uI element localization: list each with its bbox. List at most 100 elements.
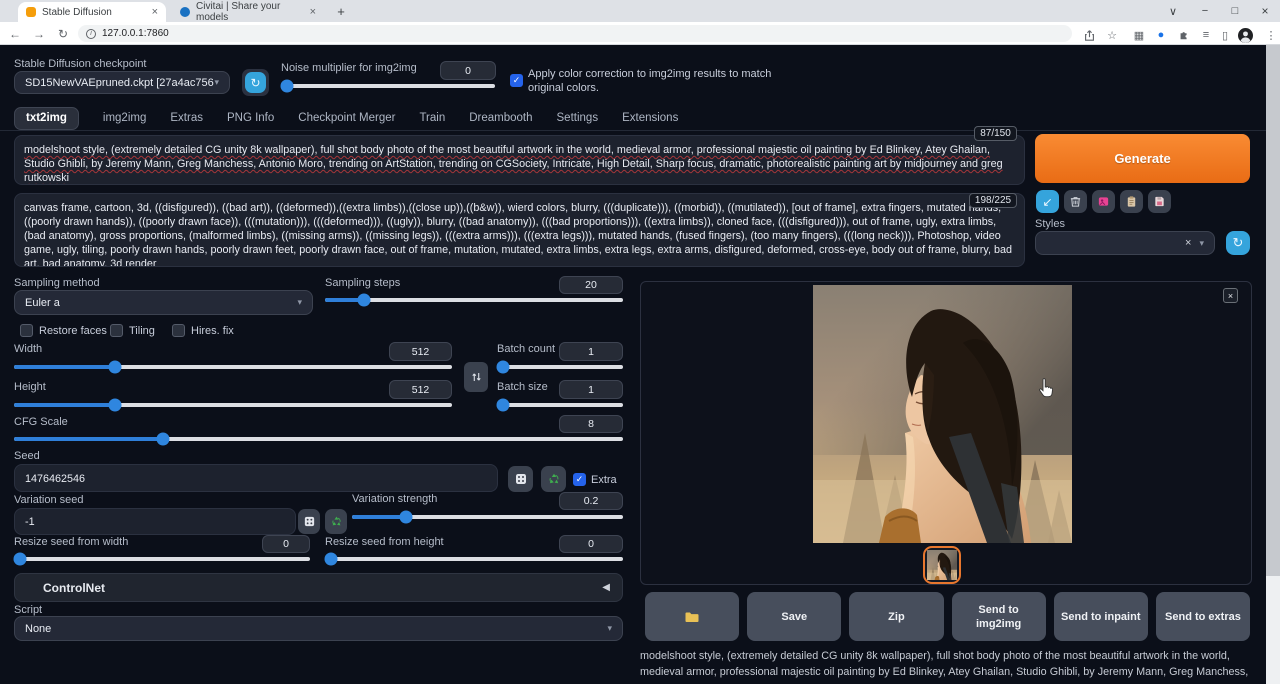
batch-size-slider[interactable] <box>497 403 623 407</box>
send-to-inpaint-button[interactable]: Send to inpaint <box>1054 592 1148 641</box>
batch-size-value[interactable]: 1 <box>559 380 623 399</box>
tab-extras[interactable]: Extras <box>170 112 203 124</box>
resize-seed-height-value[interactable]: 0 <box>559 535 623 553</box>
sampling-steps-slider[interactable] <box>325 298 623 302</box>
width-slider[interactable] <box>14 365 452 369</box>
apply-style-button[interactable] <box>1120 190 1143 213</box>
browser-menu-kebab-icon[interactable]: ⋮ <box>1262 26 1280 44</box>
reading-list-icon[interactable]: ≡ <box>1197 26 1215 44</box>
height-value[interactable]: 512 <box>389 380 452 399</box>
sampling-steps-value[interactable]: 20 <box>559 276 623 294</box>
noise-multiplier-slider[interactable] <box>281 84 495 88</box>
batch-count-slider[interactable] <box>497 365 623 369</box>
extension-grid-icon[interactable]: ▦ <box>1130 26 1148 44</box>
variation-random-seed-button[interactable] <box>298 509 320 534</box>
resize-seed-width-slider[interactable] <box>14 557 310 561</box>
bookmark-star-icon[interactable]: ☆ <box>1103 26 1121 44</box>
negative-prompt-text: canvas frame, cartoon, 3d, ((disfigured)… <box>24 202 1012 267</box>
url-bar[interactable]: i 127.0.0.1:7860 <box>78 25 1072 42</box>
batch-count-value[interactable]: 1 <box>559 342 623 361</box>
clear-prompt-button[interactable] <box>1064 190 1087 213</box>
media-extension-icon[interactable]: ● <box>1152 26 1170 44</box>
window-maximize-button[interactable]: □ <box>1220 0 1250 22</box>
extra-networks-button[interactable] <box>1092 190 1115 213</box>
script-dropdown[interactable]: None ▾ <box>14 616 623 641</box>
window-minimize-button[interactable]: − <box>1190 0 1220 22</box>
checkpoint-dropdown[interactable]: SD15NewVAEpruned.ckpt [27a4ac756c] ▾ <box>14 71 230 94</box>
prompt-textarea[interactable]: modelshoot style, (extremely detailed CG… <box>14 135 1025 185</box>
tab-img2img[interactable]: img2img <box>103 112 146 124</box>
cfg-scale-slider[interactable] <box>14 437 623 441</box>
tab-txt2img[interactable]: txt2img <box>14 107 79 130</box>
tab-png-info[interactable]: PNG Info <box>227 112 274 124</box>
reload-icon[interactable]: ↻ <box>54 25 72 43</box>
styles-refresh-button[interactable]: ↻ <box>1226 231 1250 255</box>
checkpoint-refresh-button[interactable]: ↻ <box>245 72 266 93</box>
sampling-method-dropdown[interactable]: Euler a ▾ <box>14 290 313 315</box>
gallery-close-button[interactable]: × <box>1223 288 1238 303</box>
color-correction-checkbox[interactable]: ✓ <box>510 74 523 87</box>
variation-seed-input[interactable]: -1 <box>14 508 296 535</box>
save-style-button[interactable] <box>1148 190 1171 213</box>
gallery-button-row: Save Zip Send to img2img Send to inpaint… <box>645 592 1250 641</box>
cfg-scale-value[interactable]: 8 <box>559 415 623 433</box>
variation-strength-slider[interactable] <box>352 515 623 519</box>
tab-close-icon[interactable]: × <box>302 6 316 18</box>
side-panel-icon[interactable]: ▯ <box>1216 26 1234 44</box>
height-slider[interactable] <box>14 403 452 407</box>
width-value[interactable]: 512 <box>389 342 452 361</box>
variation-seed-label: Variation seed <box>14 494 84 506</box>
new-tab-button[interactable]: + <box>330 0 352 22</box>
tab-checkpoint-merger[interactable]: Checkpoint Merger <box>298 112 395 124</box>
seed-input[interactable]: 1476462546 <box>14 464 498 492</box>
tab-extensions[interactable]: Extensions <box>622 112 678 124</box>
browser-tab-stable-diffusion[interactable]: Stable Diffusion × <box>18 2 166 22</box>
swap-dimensions-button[interactable] <box>464 362 488 392</box>
negative-prompt-textarea[interactable]: canvas frame, cartoon, 3d, ((disfigured)… <box>14 193 1025 267</box>
window-chevron-icon[interactable]: ∨ <box>1158 0 1188 22</box>
zip-button[interactable]: Zip <box>849 592 943 641</box>
negative-token-counter: 198/225 <box>969 193 1017 208</box>
tab-settings[interactable]: Settings <box>557 112 599 124</box>
extensions-puzzle-icon[interactable] <box>1175 26 1193 44</box>
variation-reuse-seed-button[interactable] <box>325 509 347 534</box>
random-seed-button[interactable] <box>508 466 533 492</box>
send-to-extras-button[interactable]: Send to extras <box>1156 592 1250 641</box>
chevron-down-icon: ▾ <box>1199 238 1204 249</box>
styles-dropdown[interactable]: × ▾ <box>1035 231 1215 255</box>
open-folder-button[interactable] <box>645 592 739 641</box>
civitai-favicon-icon <box>180 7 190 17</box>
paste-params-button[interactable]: ↙ <box>1036 190 1059 213</box>
accordion-collapsed-icon: ◀ <box>602 582 610 593</box>
hires-fix-checkbox[interactable] <box>172 324 185 337</box>
back-icon[interactable]: ← <box>6 25 24 43</box>
hires-fix-label: Hires. fix <box>191 325 234 337</box>
reuse-seed-button[interactable] <box>541 466 566 492</box>
restore-faces-checkbox[interactable] <box>20 324 33 337</box>
resize-seed-height-slider[interactable] <box>325 557 623 561</box>
generated-image[interactable] <box>813 285 1072 543</box>
noise-multiplier-value[interactable]: 0 <box>440 61 496 80</box>
styles-clear-icon[interactable]: × <box>1185 237 1191 249</box>
tab-train[interactable]: Train <box>419 112 445 124</box>
site-info-icon[interactable]: i <box>86 29 96 39</box>
extra-seed-checkbox[interactable]: ✓ <box>573 473 586 486</box>
chevron-down-icon: ▾ <box>607 623 612 634</box>
save-button[interactable]: Save <box>747 592 841 641</box>
tiling-checkbox[interactable] <box>110 324 123 337</box>
resize-seed-width-value[interactable]: 0 <box>262 535 310 553</box>
generate-button[interactable]: Generate <box>1035 134 1250 183</box>
send-to-img2img-button[interactable]: Send to img2img <box>952 592 1046 641</box>
browser-tab-civitai[interactable]: Civitai | Share your models × <box>172 2 324 22</box>
profile-avatar[interactable] <box>1236 26 1254 44</box>
controlnet-accordion[interactable]: ControlNet ◀ <box>14 573 623 602</box>
script-value: None <box>25 623 51 635</box>
gallery-thumbnail[interactable] <box>923 546 961 584</box>
scrollbar-thumb[interactable] <box>1266 45 1280 576</box>
share-icon[interactable] <box>1080 26 1098 44</box>
window-close-button[interactable]: × <box>1250 0 1280 22</box>
variation-strength-value[interactable]: 0.2 <box>559 492 623 510</box>
forward-icon[interactable]: → <box>30 25 48 43</box>
tab-dreambooth[interactable]: Dreambooth <box>469 112 532 124</box>
tab-close-icon[interactable]: × <box>144 6 158 18</box>
